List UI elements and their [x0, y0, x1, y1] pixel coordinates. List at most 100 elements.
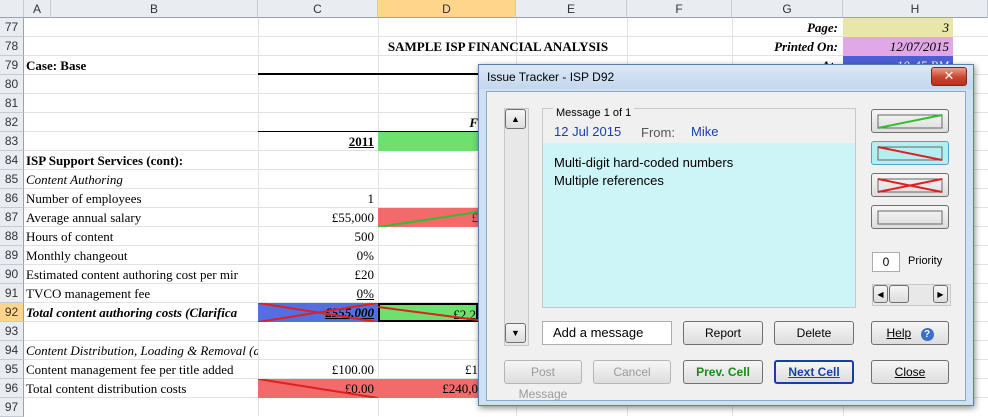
flag-line-red	[378, 306, 478, 321]
column-header-b[interactable]: B	[51, 0, 258, 18]
red-line-icon	[877, 146, 943, 161]
year-header-2011[interactable]: 2011	[258, 132, 378, 151]
next-cell-button[interactable]: Next Cell	[774, 360, 854, 384]
value-cell[interactable]: 500	[258, 227, 378, 246]
value-cell[interactable]: £55,000	[258, 208, 378, 227]
page-number-cell[interactable]: 3	[843, 18, 953, 37]
content-authoring-label: Content Authoring	[26, 172, 123, 187]
row-label[interactable]: Hours of content	[26, 227, 258, 246]
message-scrollbar[interactable]: ▲ ▼	[504, 108, 529, 346]
message-line: Multiple references	[554, 173, 664, 188]
column-header-c[interactable]: C	[258, 0, 378, 18]
flag-line-red	[258, 379, 378, 398]
row-label[interactable]: Number of employees	[26, 189, 258, 208]
row-header[interactable]: 96	[0, 379, 24, 398]
row-header[interactable]: 90	[0, 265, 24, 284]
printed-on-label: Printed On:	[774, 39, 838, 54]
row-header[interactable]: 87	[0, 208, 24, 227]
row-header[interactable]: 85	[0, 170, 24, 189]
mark-red-line-button[interactable]	[871, 141, 949, 165]
row-header[interactable]: 89	[0, 246, 24, 265]
priority-label: Priority	[908, 255, 943, 267]
issue-tracker-dialog: Issue Tracker - ISP D92 ✕ ▲ ▼ Message 1 …	[478, 64, 974, 406]
year-header-green[interactable]	[378, 132, 478, 151]
value-cell[interactable]: £100.00	[258, 360, 378, 379]
row-header[interactable]: 80	[0, 75, 24, 94]
row-header[interactable]: 97	[0, 398, 24, 417]
cancel-button[interactable]: Cancel	[593, 360, 671, 384]
row-header[interactable]: 94	[0, 341, 24, 360]
value-cell[interactable]: 1	[258, 189, 378, 208]
flagged-cell-red[interactable]: £240,0	[378, 379, 478, 398]
row-label[interactable]: Monthly changeout	[26, 246, 258, 265]
case-label: Case: Base	[26, 58, 87, 73]
priority-slider[interactable]: ◀ ▶	[872, 284, 951, 306]
post-message-button[interactable]: Post Message	[504, 360, 582, 401]
delete-button[interactable]: Delete	[774, 321, 854, 345]
row-header[interactable]: 78	[0, 37, 24, 56]
slider-left-button[interactable]: ◀	[873, 285, 888, 303]
scroll-down-button[interactable]: ▼	[505, 323, 526, 343]
green-line-icon	[877, 114, 943, 129]
empty-box-icon	[877, 210, 943, 225]
column-header-a[interactable]: A	[24, 0, 51, 18]
help-button[interactable]: Help ?	[871, 321, 949, 345]
message-group: Message 1 of 1 12 Jul 2015 From: Mike Mu…	[542, 107, 856, 308]
row-header[interactable]: 77	[0, 18, 24, 37]
row-header[interactable]: 83	[0, 132, 24, 151]
row-label[interactable]: Estimated content authoring cost per mir	[26, 265, 258, 284]
row-label[interactable]: TVCO management fee	[26, 284, 258, 303]
row-header[interactable]: 84	[0, 151, 24, 170]
row-header[interactable]: 93	[0, 322, 24, 341]
from-value: Mike	[691, 124, 719, 139]
dialog-client-area: ▲ ▼ Message 1 of 1 12 Jul 2015 From: Mik…	[486, 91, 966, 401]
close-button[interactable]: Close	[871, 360, 949, 384]
close-icon[interactable]: ✕	[931, 67, 967, 86]
scroll-up-button[interactable]: ▲	[505, 109, 526, 129]
report-button[interactable]: Report	[683, 321, 763, 345]
row-header[interactable]: 92	[0, 303, 24, 322]
row-header[interactable]: 81	[0, 94, 24, 113]
help-icon: ?	[920, 328, 934, 341]
column-header-h[interactable]: H	[843, 0, 988, 18]
priority-input[interactable]: 0	[872, 252, 900, 272]
column-header-g[interactable]: G	[732, 0, 843, 18]
row-label[interactable]: Total content distribution costs	[26, 379, 258, 398]
message-line: Multi-digit hard-coded numbers	[554, 155, 734, 170]
row-header[interactable]: 88	[0, 227, 24, 246]
value-cell[interactable]: £1	[378, 360, 478, 379]
value-cell[interactable]: £20	[258, 265, 378, 284]
slider-right-button[interactable]: ▶	[933, 285, 948, 303]
mark-green-line-button[interactable]	[871, 109, 949, 133]
row-header[interactable]: 91	[0, 284, 24, 303]
add-message-input[interactable]: Add a message	[542, 321, 672, 345]
next-cell-label: Next Cell	[788, 365, 840, 379]
row-header[interactable]: 79	[0, 56, 24, 75]
column-header-e[interactable]: E	[516, 0, 627, 18]
dialog-titlebar[interactable]: Issue Tracker - ISP D92 ✕	[479, 65, 973, 89]
row-label[interactable]: Average annual salary	[26, 208, 258, 227]
row-header[interactable]: 86	[0, 189, 24, 208]
help-label: Help	[886, 326, 912, 340]
row-label[interactable]: Total content authoring costs (Clarifica	[26, 303, 258, 322]
dialog-title: Issue Tracker - ISP D92	[487, 70, 615, 84]
mark-none-button[interactable]	[871, 205, 949, 229]
row-header[interactable]: 95	[0, 360, 24, 379]
post-message-label: Post Message	[518, 365, 568, 401]
select-all-corner[interactable]	[0, 0, 24, 18]
delete-label: Delete	[796, 326, 832, 340]
prev-cell-button[interactable]: Prev. Cell	[683, 360, 763, 384]
row-label[interactable]: Content management fee per title added	[26, 360, 258, 379]
column-d-partial-header: F	[469, 115, 478, 130]
column-header-d[interactable]: D	[378, 0, 516, 18]
message-date: 12 Jul 2015	[554, 124, 622, 139]
mark-red-cross-button[interactable]	[871, 173, 949, 197]
from-label: From:	[641, 125, 675, 140]
printed-on-cell[interactable]: 12/07/2015	[843, 37, 953, 56]
value-cell[interactable]: 0%	[258, 246, 378, 265]
row-header[interactable]: 82	[0, 113, 24, 132]
value-cell[interactable]: 0%	[258, 284, 378, 303]
content-distribution-label: Content Distribution, Loading & Removal …	[26, 343, 258, 358]
slider-thumb[interactable]	[889, 285, 909, 303]
column-header-f[interactable]: F	[627, 0, 732, 18]
